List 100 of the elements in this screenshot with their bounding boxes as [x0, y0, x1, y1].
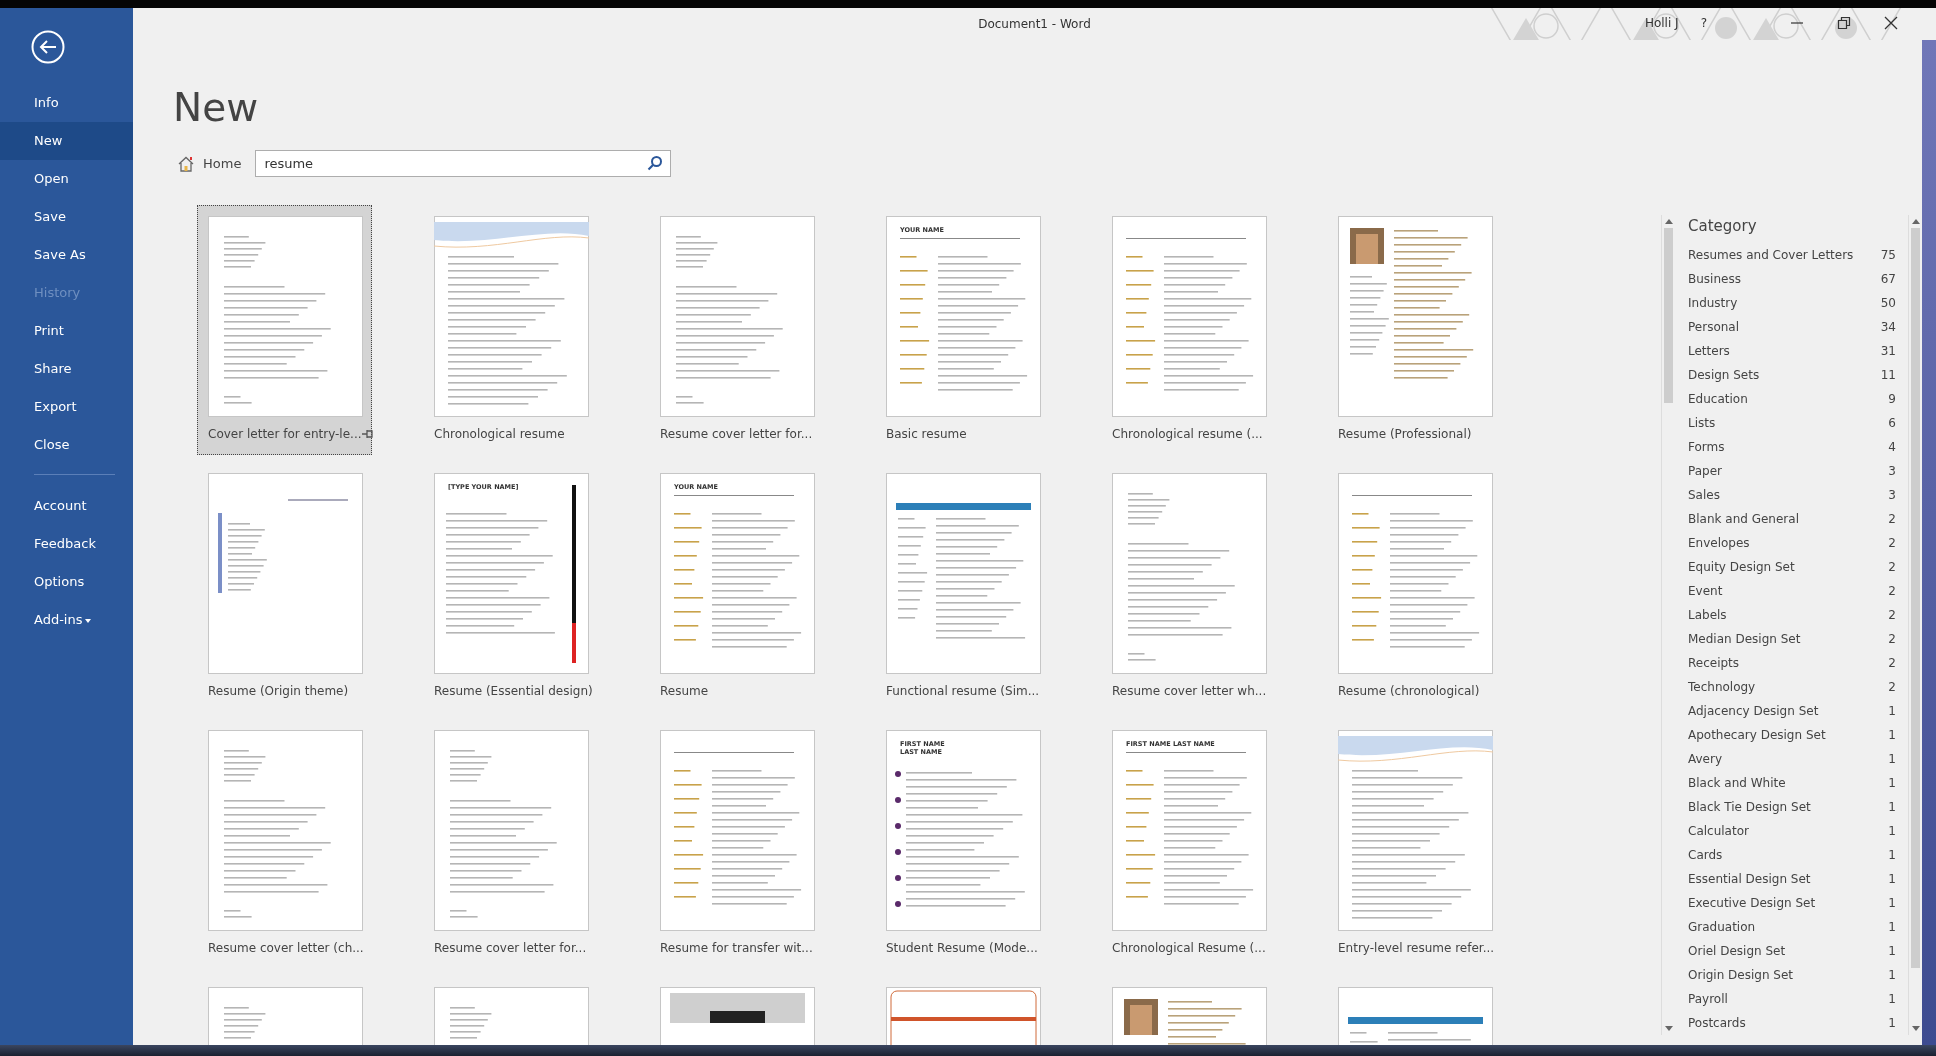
- template-tile[interactable]: Entry-level resume refer...: [1327, 719, 1502, 969]
- nav-item[interactable]: Print: [0, 312, 133, 350]
- category-count: 3: [1888, 488, 1896, 502]
- category-item[interactable]: Black and White: [1688, 776, 1786, 790]
- template-tile[interactable]: Resume (Professional): [1327, 205, 1502, 455]
- nav-item[interactable]: New: [0, 122, 133, 160]
- category-item[interactable]: Forms: [1688, 440, 1725, 454]
- category-count: 75: [1880, 248, 1896, 262]
- template-name: Resume cover letter for...: [434, 941, 587, 955]
- category-count: 1: [1888, 728, 1896, 742]
- template-name: Chronological resume (...: [1112, 427, 1263, 441]
- category-count: 1: [1888, 992, 1896, 1006]
- template-name: Resume cover letter wh...: [1112, 684, 1267, 698]
- category-item[interactable]: Payroll: [1688, 992, 1728, 1006]
- template-name: Resume (chronological): [1338, 684, 1480, 698]
- category-count: 3: [1888, 464, 1896, 478]
- category-item[interactable]: Postcards: [1688, 1016, 1746, 1030]
- template-tile[interactable]: Resume (Origin theme): [197, 462, 372, 712]
- category-item[interactable]: Paper: [1688, 464, 1722, 478]
- category-item[interactable]: Technology: [1688, 680, 1756, 694]
- template-tile[interactable]: Resume for transfer wit...: [649, 719, 824, 969]
- category-item[interactable]: Apothecary Design Set: [1688, 728, 1826, 742]
- category-item[interactable]: Letters: [1688, 344, 1730, 358]
- category-item[interactable]: Industry: [1688, 296, 1738, 310]
- category-count: 67: [1880, 272, 1896, 286]
- category-item[interactable]: Essential Design Set: [1688, 872, 1811, 886]
- category-item[interactable]: Avery: [1688, 752, 1723, 766]
- home-link[interactable]: Home: [203, 156, 242, 171]
- template-name: Cover letter for entry-le...: [208, 427, 362, 441]
- category-count: 1: [1888, 824, 1896, 838]
- user-name[interactable]: Holli J: [1644, 16, 1679, 30]
- page-heading: New: [173, 86, 260, 130]
- template-name: Entry-level resume refer...: [1338, 941, 1495, 955]
- category-item[interactable]: Blank and General: [1688, 512, 1799, 526]
- nav-item[interactable]: Open: [0, 160, 133, 198]
- template-name: Resume (Origin theme): [208, 684, 349, 698]
- template-tile[interactable]: Resume cover letter for...: [649, 205, 824, 455]
- nav-item[interactable]: Save: [0, 198, 133, 236]
- category-count: 4: [1888, 440, 1896, 454]
- template-tile[interactable]: Chronological resume (...: [1101, 205, 1276, 455]
- category-count: 2: [1888, 632, 1896, 646]
- category-count: 6: [1888, 416, 1896, 430]
- category-count: 1: [1888, 1016, 1896, 1030]
- category-item[interactable]: Resumes and Cover Letters: [1688, 248, 1854, 262]
- help-button[interactable]: ?: [1700, 16, 1707, 30]
- category-count: 2: [1888, 584, 1896, 598]
- nav-item[interactable]: Info: [0, 84, 133, 122]
- nav-item[interactable]: Add-ins: [0, 601, 133, 639]
- template-tile[interactable]: Chronological resume: [423, 205, 598, 455]
- category-item[interactable]: Origin Design Set: [1688, 968, 1794, 982]
- template-name: Chronological resume: [434, 427, 565, 441]
- category-item[interactable]: Median Design Set: [1688, 632, 1801, 646]
- category-item[interactable]: Receipts: [1688, 656, 1740, 670]
- category-item[interactable]: Envelopes: [1688, 536, 1750, 550]
- category-item[interactable]: Sales: [1688, 488, 1720, 502]
- category-item[interactable]: Black Tie Design Set: [1688, 800, 1811, 814]
- nav-item[interactable]: Feedback: [0, 525, 133, 563]
- category-item[interactable]: Executive Design Set: [1688, 896, 1816, 910]
- category-item[interactable]: Event: [1688, 584, 1723, 598]
- template-tile[interactable]: Functional resume (Sim...: [875, 462, 1050, 712]
- category-item[interactable]: Adjacency Design Set: [1688, 704, 1819, 718]
- category-item[interactable]: Oriel Design Set: [1688, 944, 1786, 958]
- template-tile[interactable]: Resume cover letter (ch...: [197, 719, 372, 969]
- category-count: 2: [1888, 512, 1896, 526]
- template-tile[interactable]: Resume (chronological): [1327, 462, 1502, 712]
- category-item[interactable]: Business: [1688, 272, 1741, 286]
- nav-item[interactable]: Export: [0, 388, 133, 426]
- template-name: Chronological Resume (...: [1112, 941, 1266, 955]
- category-item[interactable]: Education: [1688, 392, 1748, 406]
- category-heading: Category: [1688, 217, 1758, 235]
- template-tile[interactable]: Resume cover letter for...: [423, 719, 598, 969]
- nav-item[interactable]: Account: [0, 487, 133, 525]
- category-item[interactable]: Lists: [1688, 416, 1716, 430]
- template-name: Resume cover letter for...: [660, 427, 813, 441]
- category-item[interactable]: Graduation: [1688, 920, 1756, 934]
- category-count: 34: [1880, 320, 1896, 334]
- nav-item[interactable]: Share: [0, 350, 133, 388]
- nav-item[interactable]: Close: [0, 426, 133, 464]
- template-name: Resume cover letter (ch...: [208, 941, 364, 955]
- nav-item[interactable]: Options: [0, 563, 133, 601]
- category-item[interactable]: Cards: [1688, 848, 1723, 862]
- category-count: 1: [1888, 848, 1896, 862]
- category-count: 2: [1888, 680, 1896, 694]
- category-item[interactable]: Labels: [1688, 608, 1727, 622]
- template-tile[interactable]: Resume cover letter wh...: [1101, 462, 1276, 712]
- category-count: 11: [1880, 368, 1896, 382]
- template-tile[interactable]: Cover letter for entry-le...: [197, 205, 372, 455]
- category-count: 2: [1888, 536, 1896, 550]
- category-count: 1: [1888, 944, 1896, 958]
- nav-item[interactable]: Save As: [0, 236, 133, 274]
- category-item[interactable]: Design Sets: [1688, 368, 1760, 382]
- category-item[interactable]: Equity Design Set: [1688, 560, 1795, 574]
- template-name: Resume: [660, 684, 709, 698]
- template-name: Resume (Essential design): [434, 684, 593, 698]
- template-name: Resume for transfer wit...: [660, 941, 813, 955]
- category-item[interactable]: Personal: [1688, 320, 1739, 334]
- category-count: 1: [1888, 752, 1896, 766]
- category-item[interactable]: Calculator: [1688, 824, 1749, 838]
- search-field[interactable]: resume: [255, 150, 672, 177]
- template-name: Basic resume: [886, 427, 967, 441]
